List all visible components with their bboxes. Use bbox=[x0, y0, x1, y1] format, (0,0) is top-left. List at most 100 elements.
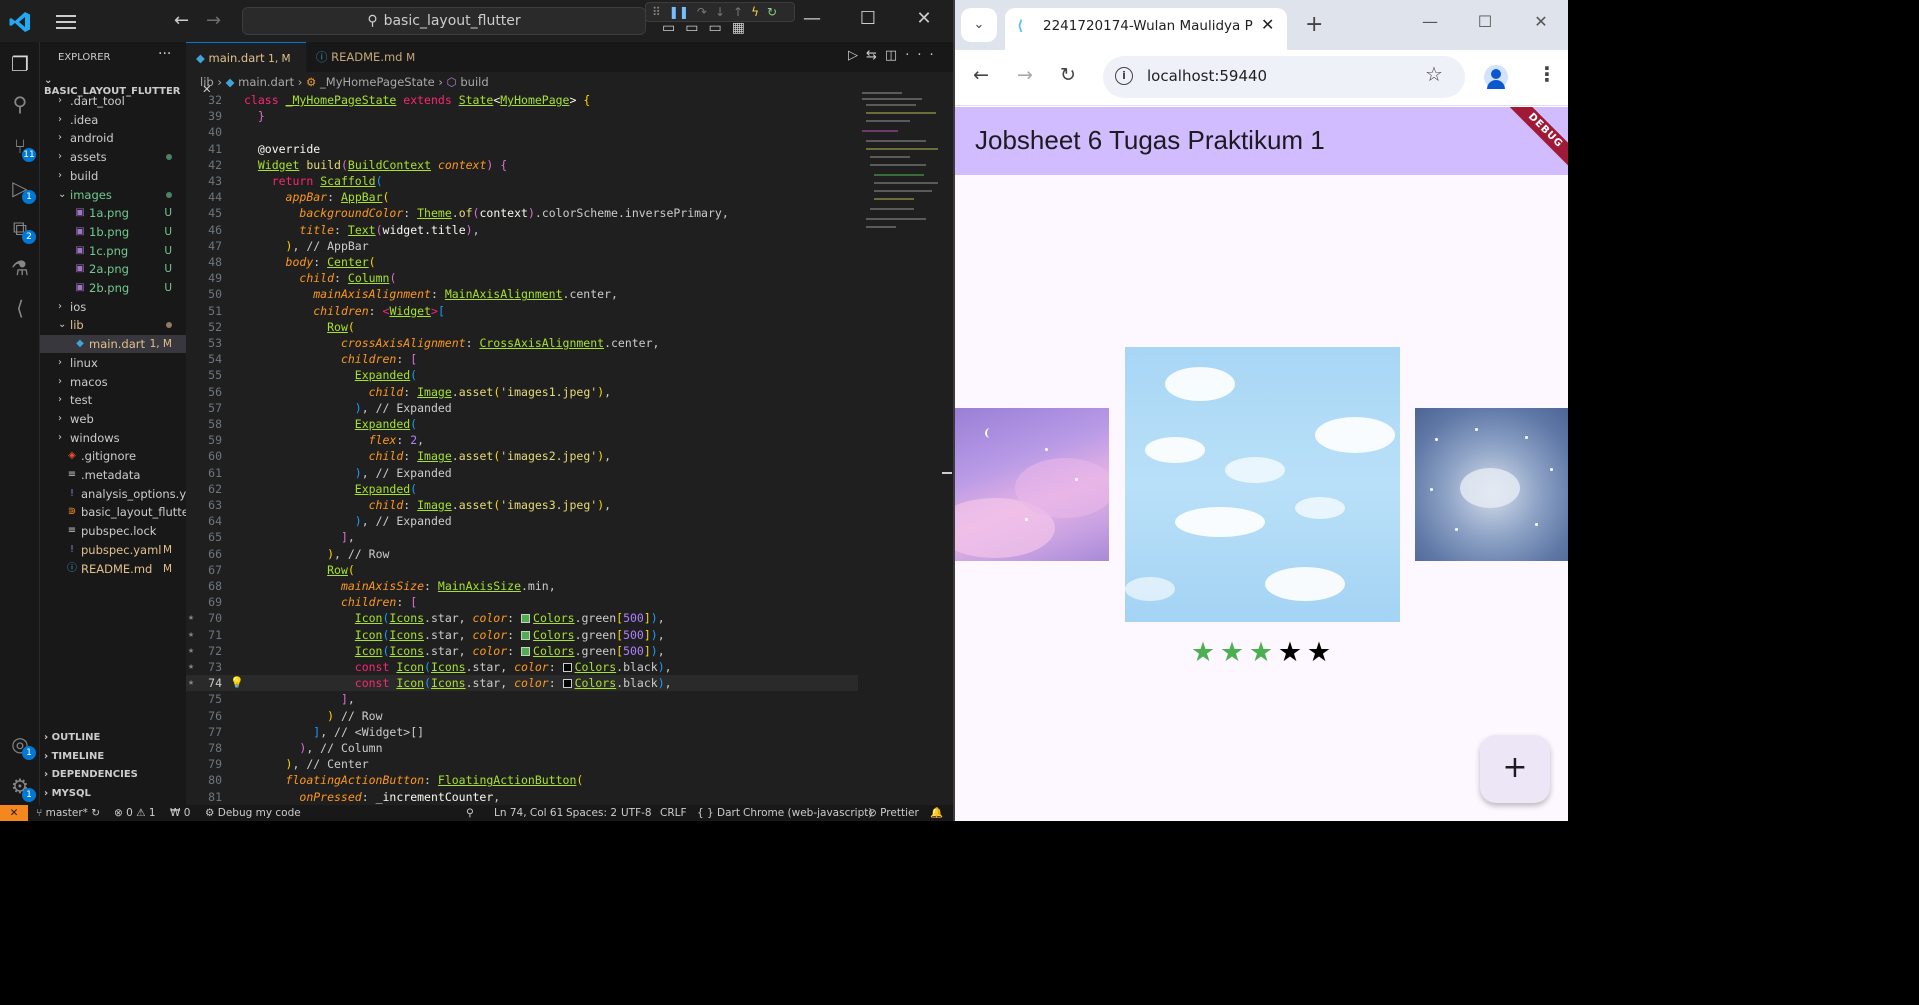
lightbulb-icon[interactable]: 💡 bbox=[230, 675, 244, 691]
tree-item-readme-md[interactable]: ⓘ README.md M bbox=[40, 560, 186, 578]
panel-mysql[interactable]: › MYSQL bbox=[44, 788, 91, 799]
tree-item-dart-tool[interactable]: › .dart_tool bbox=[40, 92, 186, 110]
tree-item-idea[interactable]: › .idea bbox=[40, 111, 186, 129]
flutter-icon[interactable]: ⟨ bbox=[8, 296, 32, 320]
code-line[interactable]: 69 children: [ bbox=[186, 594, 858, 610]
code-line[interactable]: 42 Widget build(BuildContext context) { bbox=[186, 157, 858, 173]
code-line[interactable]: 45 backgroundColor: Theme.of(context).co… bbox=[186, 205, 858, 221]
code-line[interactable]: 79 ), // Center bbox=[186, 756, 858, 772]
close-tab-icon[interactable]: ✕ bbox=[1261, 15, 1274, 34]
cursor-position[interactable]: Ln 74, Col 61 bbox=[494, 805, 563, 821]
language-mode[interactable]: { } Dart bbox=[697, 805, 740, 821]
tree-item-1c-png[interactable]: ▣ 1c.png U bbox=[40, 242, 186, 260]
tree-item-2a-png[interactable]: ▣ 2a.png U bbox=[40, 260, 186, 278]
code-line[interactable]: 81 onPressed: _incrementCounter, bbox=[186, 789, 858, 805]
code-line[interactable]: 77 ], // <Widget>[] bbox=[186, 724, 858, 740]
notifications-icon[interactable]: 🔔 bbox=[930, 805, 943, 821]
minimize-icon[interactable]: — bbox=[797, 8, 827, 29]
code-line[interactable]: 65 ], bbox=[186, 529, 858, 545]
branch-status[interactable]: ⑂ master* ↻ bbox=[36, 805, 100, 821]
run-icon[interactable]: ▷ bbox=[848, 48, 866, 63]
new-tab-icon[interactable]: + bbox=[1305, 12, 1323, 37]
indentation[interactable]: Spaces: 2 bbox=[566, 805, 617, 821]
code-line[interactable]: 68 mainAxisSize: MainAxisSize.min, bbox=[186, 578, 858, 594]
extensions-icon[interactable]: ⧉ 2 bbox=[8, 216, 36, 244]
back-arrow-icon[interactable]: ← bbox=[973, 64, 989, 86]
tree-item-linux[interactable]: › linux bbox=[40, 354, 186, 372]
tree-item-gitignore[interactable]: ◈ .gitignore bbox=[40, 447, 186, 465]
testing-icon[interactable]: ⚗ bbox=[8, 256, 32, 280]
step-over-icon[interactable]: ↷ bbox=[697, 5, 707, 19]
code-line[interactable]: 43 return Scaffold( bbox=[186, 173, 858, 189]
code-line[interactable]: ★ 72 Icon(Icons.star, color: Colors.green… bbox=[186, 643, 858, 659]
breadcrumb-item[interactable]: main.dart bbox=[238, 75, 294, 89]
code-line[interactable]: 54 children: [ bbox=[186, 351, 858, 367]
encoding[interactable]: UTF-8 bbox=[621, 805, 652, 821]
back-arrow-icon[interactable]: ← bbox=[174, 10, 189, 31]
close-icon[interactable]: ✕ bbox=[909, 8, 939, 29]
breadcrumb-item[interactable]: _MyHomePageState bbox=[320, 75, 435, 89]
ports-status[interactable]: ₩ 0 bbox=[170, 805, 190, 821]
code-line[interactable]: 56 child: Image.asset('images1.jpeg'), bbox=[186, 384, 858, 400]
more-actions-icon[interactable]: ··· bbox=[905, 48, 941, 63]
tree-item-1a-png[interactable]: ▣ 1a.png U bbox=[40, 204, 186, 222]
tree-item-pubspec-lock[interactable]: ≡ pubspec.lock bbox=[40, 522, 186, 540]
tree-item-main-dart[interactable]: ◆ main.dart 1, M bbox=[40, 335, 186, 354]
reload-icon[interactable]: ↻ bbox=[1060, 64, 1076, 86]
code-line[interactable]: 40 bbox=[186, 124, 858, 140]
maximize-icon[interactable]: ☐ bbox=[1470, 12, 1500, 31]
tree-item-assets[interactable]: › assets bbox=[40, 148, 186, 166]
zoom-icon[interactable]: ⚲ bbox=[466, 805, 474, 821]
code-line[interactable]: 76 ) // Row bbox=[186, 708, 858, 724]
split-editor-icon[interactable]: ◫ bbox=[885, 48, 905, 63]
tree-item-pubspec-yaml[interactable]: ! pubspec.yaml M bbox=[40, 541, 186, 559]
tree-item-images[interactable]: ⌄ images bbox=[40, 186, 186, 204]
code-line[interactable]: 50 mainAxisAlignment: MainAxisAlignment.… bbox=[186, 286, 858, 302]
code-line[interactable]: 63 child: Image.asset('images3.jpeg'), bbox=[186, 497, 858, 513]
code-line[interactable]: 60 child: Image.asset('images2.jpeg'), bbox=[186, 448, 858, 464]
browser-tab[interactable]: ⟨ 2241720174-Wulan Maulidya P ✕ bbox=[1005, 8, 1287, 50]
code-line[interactable]: 62 Expanded( bbox=[186, 481, 858, 497]
tree-item-windows[interactable]: › windows bbox=[40, 429, 186, 447]
code-line[interactable]: 78 ), // Column bbox=[186, 740, 858, 756]
search-icon[interactable]: ⚲ bbox=[8, 92, 32, 116]
code-line[interactable]: 51 children: <Widget>[ bbox=[186, 303, 858, 319]
code-line[interactable]: 61 ), // Expanded bbox=[186, 465, 858, 481]
tree-item-basic-layout-flutter-iml[interactable]: ⋑ basic_layout_flutter.iml bbox=[40, 503, 214, 521]
code-line[interactable]: 57 ), // Expanded bbox=[186, 400, 858, 416]
tree-item-build[interactable]: › build bbox=[40, 167, 186, 185]
breadcrumb-item[interactable]: build bbox=[460, 75, 488, 89]
hot-reload-icon[interactable]: ϟ bbox=[751, 5, 759, 19]
compare-icon[interactable]: ⇆ bbox=[866, 48, 885, 63]
code-line[interactable]: 52 Row( bbox=[186, 319, 858, 335]
customize-layout-icon[interactable]: ▦ bbox=[732, 20, 755, 36]
forward-arrow-icon[interactable]: → bbox=[1017, 64, 1033, 86]
panel-timeline[interactable]: › TIMELINE bbox=[44, 751, 104, 762]
menu-kebab-icon[interactable]: ⋮ bbox=[1537, 62, 1557, 86]
tree-item-1b-png[interactable]: ▣ 1b.png U bbox=[40, 223, 186, 241]
command-center-search[interactable]: ⚲ basic_layout_flutter bbox=[242, 7, 646, 35]
gear-icon[interactable]: ⚙ 1 bbox=[8, 774, 36, 802]
breadcrumb-item[interactable]: lib bbox=[200, 75, 214, 89]
code-line[interactable]: 46 title: Text(widget.title), bbox=[186, 222, 858, 238]
explorer-icon[interactable]: ❐ bbox=[8, 52, 32, 76]
code-line[interactable]: 48 body: Center( bbox=[186, 254, 858, 270]
more-actions-icon[interactable]: ··· bbox=[158, 46, 171, 62]
code-line[interactable]: 32 class _MyHomePageState extends State<M… bbox=[186, 92, 858, 108]
step-into-icon[interactable]: ↓ bbox=[715, 5, 725, 19]
address-bar[interactable]: i localhost:59440 ☆ bbox=[1103, 56, 1465, 98]
tree-item-metadata[interactable]: ≡ .metadata bbox=[40, 466, 186, 484]
close-icon[interactable]: ✕ bbox=[1526, 12, 1556, 31]
step-out-icon[interactable]: ↑ bbox=[733, 5, 743, 19]
code-line[interactable]: 64 ), // Expanded bbox=[186, 513, 858, 529]
prettier-status[interactable]: ⊘ Prettier bbox=[868, 805, 919, 821]
add-fab-button[interactable]: + bbox=[1480, 735, 1550, 803]
minimize-icon[interactable]: — bbox=[1415, 12, 1445, 31]
code-line[interactable]: 53 crossAxisAlignment: CrossAxisAlignmen… bbox=[186, 335, 858, 351]
code-line[interactable]: 49 child: Column( bbox=[186, 270, 858, 286]
debug-status[interactable]: ⚙ Debug my code bbox=[205, 805, 301, 821]
toggle-sidebar-icon[interactable]: ▭ bbox=[662, 20, 685, 36]
code-line[interactable]: ★ 74 💡 const Icon(Icons.star, color: Color… bbox=[186, 675, 858, 692]
tab-search-icon[interactable]: ⌄ bbox=[961, 8, 997, 42]
tree-item-analysis-options-yaml[interactable]: ! analysis_options.yaml bbox=[40, 485, 208, 503]
